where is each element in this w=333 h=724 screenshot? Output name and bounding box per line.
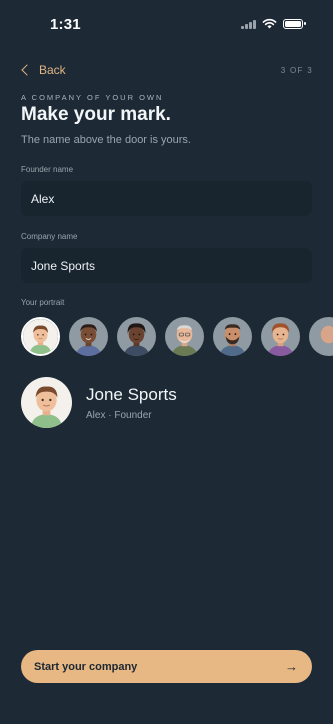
portrait-2-avatar-icon (69, 317, 108, 356)
company-name-label: Company name (21, 232, 78, 241)
back-button[interactable]: Back (20, 63, 66, 77)
company-name-field-container (21, 248, 312, 283)
status-bar: 1:31 (0, 0, 333, 48)
start-company-label: Start your company (34, 660, 138, 673)
portrait-option-7[interactable] (309, 317, 333, 356)
preview-company-name: Jone Sports (86, 385, 177, 404)
chevron-left-icon (21, 64, 33, 76)
eyebrow: A COMPANY OF YOUR OWN (21, 93, 164, 102)
portrait-5-avatar-icon (213, 317, 252, 356)
arrow-right-icon: → (285, 659, 298, 674)
portrait-option-6[interactable] (261, 317, 300, 356)
company-preview: Jone Sports Alex · Founder (21, 377, 311, 431)
portrait-picker (21, 317, 333, 357)
company-name-input[interactable] (31, 258, 302, 273)
founder-name-field-container (21, 181, 312, 216)
nav-row: Back 3 OF 3 (20, 60, 313, 80)
preview-avatar-icon (21, 377, 72, 428)
preview-founder-meta: Alex · Founder (86, 410, 152, 421)
cellular-icon (241, 19, 256, 29)
page-title: Make your mark. (21, 104, 171, 125)
preview-avatar (21, 377, 72, 428)
portrait-1-avatar-icon (23, 319, 58, 354)
portrait-option-4[interactable] (165, 317, 204, 356)
page-subtitle: The name above the door is yours. (21, 134, 191, 146)
battery-icon (283, 18, 306, 29)
founder-name-label: Founder name (21, 165, 74, 174)
portrait-4-avatar-icon (165, 317, 204, 356)
step-indicator: 3 OF 3 (280, 65, 313, 75)
portrait-7-avatar-icon (309, 317, 333, 356)
portrait-6-avatar-icon (261, 317, 300, 356)
start-company-button[interactable]: Start your company → (21, 650, 312, 683)
portrait-option-2[interactable] (69, 317, 108, 356)
status-time: 1:31 (50, 16, 81, 33)
wifi-icon (262, 18, 277, 29)
status-icons (241, 18, 306, 29)
founder-name-input[interactable] (31, 191, 302, 206)
back-label: Back (39, 63, 66, 77)
portrait-3-avatar-icon (117, 317, 156, 356)
portrait-option-1[interactable] (21, 317, 60, 356)
portrait-option-3[interactable] (117, 317, 156, 356)
portrait-label: Your portrait (21, 298, 65, 307)
portrait-option-5[interactable] (213, 317, 252, 356)
